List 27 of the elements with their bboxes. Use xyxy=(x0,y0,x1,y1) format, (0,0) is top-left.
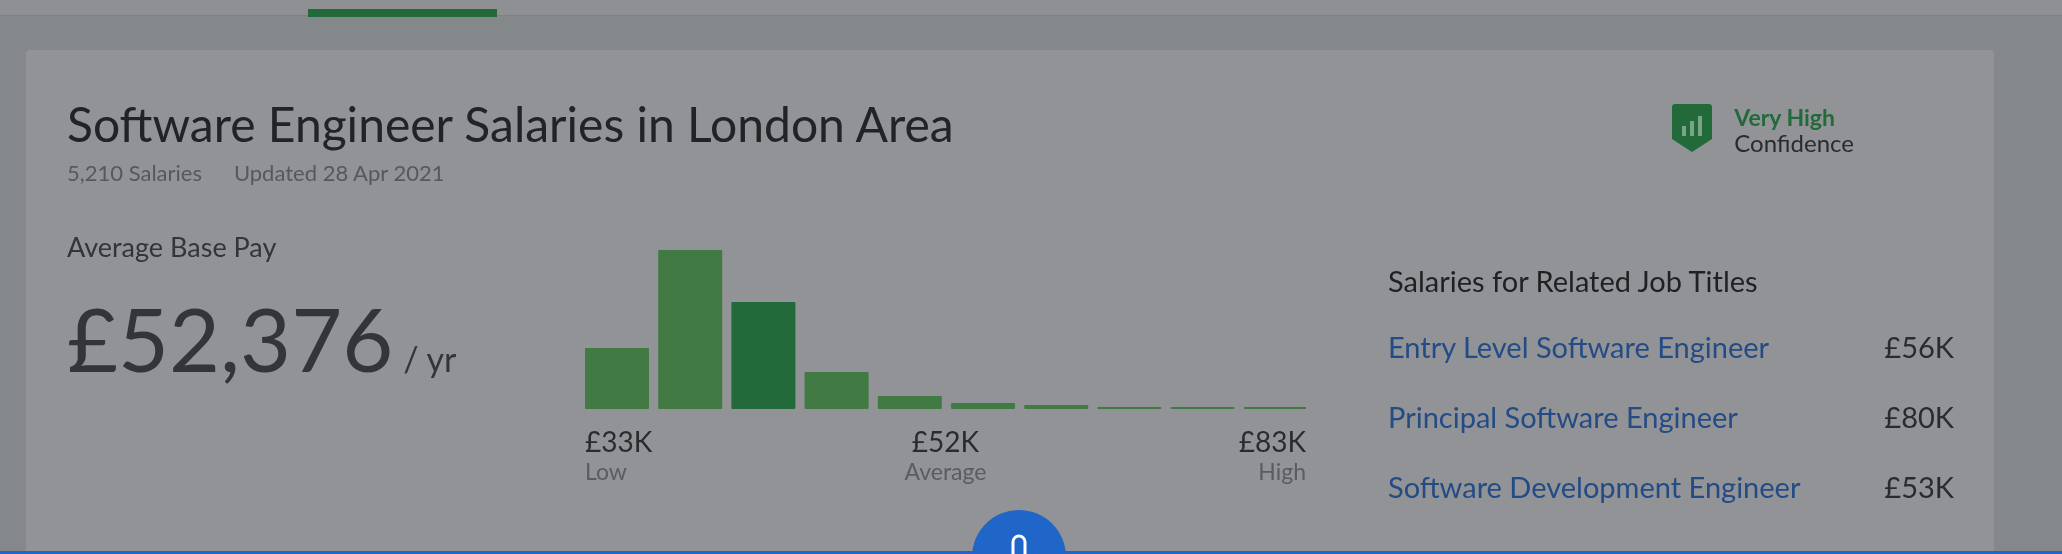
range-value: £33K xyxy=(585,425,653,457)
average-pay-label: Average Base Pay xyxy=(67,229,278,265)
histogram-bar xyxy=(804,372,869,409)
job-pay: £80K xyxy=(1884,398,1954,435)
updated-date: Updated 28 Apr 2021 xyxy=(233,158,445,188)
histogram-bar xyxy=(951,403,1015,409)
range-value: £83K xyxy=(1238,425,1306,457)
range-label: Low xyxy=(585,457,627,485)
histogram-bar xyxy=(877,396,942,409)
job-title-link[interactable]: Principal Software Engineer xyxy=(1388,398,1738,435)
related-titles-heading: Salaries for Related Job Titles xyxy=(1388,262,1759,300)
salary-count: 5,210 Salaries xyxy=(67,158,202,188)
histogram-bar xyxy=(1024,405,1089,409)
range-value: £52K xyxy=(911,425,980,457)
confidence-label: Confidence xyxy=(1734,130,1854,156)
pay-period: / yr xyxy=(403,336,457,381)
range-label: High xyxy=(1258,457,1306,485)
job-pay: £53K xyxy=(1884,468,1954,505)
range-label: Average xyxy=(904,457,987,485)
page-title: Software Engineer Salaries in London Area xyxy=(67,96,954,152)
shield-chart-icon xyxy=(1672,104,1713,152)
job-title-link[interactable]: Software Development Engineer xyxy=(1388,468,1801,505)
confidence-rating: Very High xyxy=(1734,104,1836,130)
average-pay-amount: £52,376 xyxy=(67,287,394,388)
job-title-link[interactable]: Entry Level Software Engineer xyxy=(1388,328,1770,365)
job-pay: £56K xyxy=(1884,328,1954,365)
histogram-bar xyxy=(585,348,649,409)
